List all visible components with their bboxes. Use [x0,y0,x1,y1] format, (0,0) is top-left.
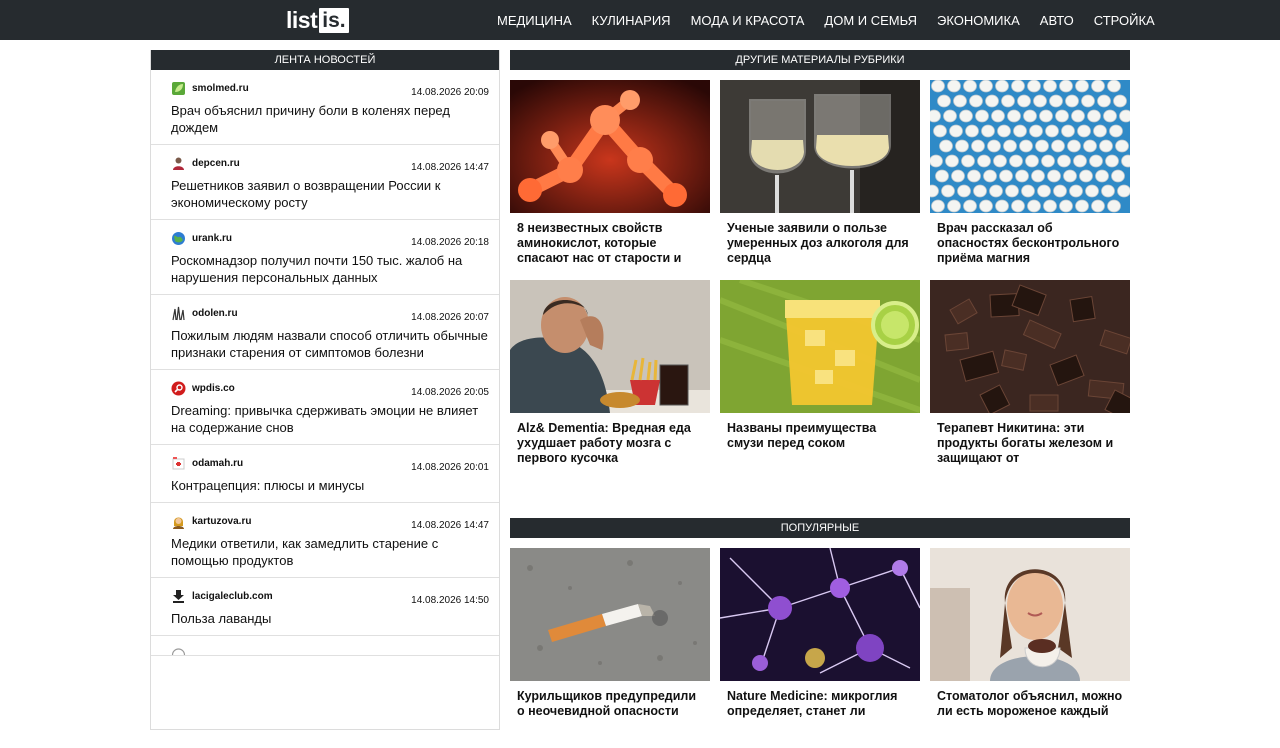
article-card[interactable]: Терапевт Никитина: эти продукты богаты ж… [930,280,1130,480]
green-leaf-icon [172,81,185,95]
feed-item-time: 14.08.2026 20:09 [411,87,489,98]
feed-item-time: 14.08.2026 14:47 [411,520,489,531]
woman-icon [173,517,184,529]
feed-item[interactable]: odamah.ru 14.08.2026 20:01 Контрацепция:… [151,445,499,503]
white-pills-image[interactable] [930,80,1130,213]
feed-item-time: 14.08.2026 20:01 [411,462,489,473]
news-feed: ЛЕНТА НОВОСТЕЙ smolmed.ru 14.08.2026 20:… [150,50,500,730]
article-card-title[interactable]: Nature Medicine: микроглия определяет, с… [720,681,920,721]
main-nav: МЕДИЦИНА КУЛИНАРИЯ МОДА И КРАСОТА ДОМ И … [487,0,1165,40]
article-card[interactable]: Ученые заявили о пользе умеренных доз ал… [720,80,920,280]
magnifier-icon [171,381,186,395]
feed-item[interactable]: smolmed.ru 14.08.2026 20:09 Врач объясни… [151,70,499,145]
feed-item-time: 14.08.2026 20:07 [411,312,489,323]
feed-item-title[interactable]: Решетников заявил о возвращении России к… [171,177,489,211]
smoothie-glass-image[interactable] [720,280,920,413]
logo-text-list: list [286,7,318,33]
grass-icon [172,306,185,320]
article-card[interactable]: Alz& Dementia: Вредная еда ухудшает рабо… [510,280,710,480]
article-card-title[interactable]: Терапевт Никитина: эти продукты богаты ж… [930,413,1130,467]
feed-item-source: odolen.ru [192,307,238,319]
nav-economy[interactable]: ЭКОНОМИКА [937,13,1020,28]
nav-home-family[interactable]: ДОМ И СЕМЬЯ [824,13,917,28]
top-navbar: list is. МЕДИЦИНА КУЛИНАРИЯ МОДА И КРАСО… [0,0,1280,40]
feed-item-source: smolmed.ru [192,82,249,94]
rubric-heading: ДРУГИЕ МАТЕРИАЛЫ РУБРИКИ [510,50,1130,70]
article-card-title[interactable]: Курильщиков предупредили о неочевидной о… [510,681,710,721]
article-card[interactable]: 8 неизвестных свойств аминокислот, котор… [510,80,710,280]
nav-fashion[interactable]: МОДА И КРАСОТА [691,13,805,28]
article-card-title[interactable]: Ученые заявили о пользе умеренных доз ал… [720,213,920,267]
dark-chocolate-image[interactable] [930,280,1130,413]
article-card[interactable]: Названы преимущества смузи перед соком [720,280,920,480]
feed-item[interactable] [151,636,499,662]
popular-heading: ПОПУЛЯРНЫЕ [510,518,1130,538]
logo-text-is: is. [319,8,349,33]
feed-item[interactable]: depcen.ru 14.08.2026 14:47 Решетников за… [151,145,499,220]
person-icon [173,157,184,170]
feed-item-source: lacigaleclub.com [192,590,273,602]
article-card-title[interactable]: 8 неизвестных свойств аминокислот, котор… [510,213,710,267]
feed-item[interactable]: urank.ru 14.08.2026 20:18 Роскомнадзор п… [151,220,499,295]
partial-source-icon [171,648,186,662]
rubric-section: ДРУГИЕ МАТЕРИАЛЫ РУБРИКИ 8 неизвестных с… [510,50,1130,480]
feed-item-time: 14.08.2026 14:50 [411,595,489,606]
medical-icon [172,456,185,469]
woman-icecream-image[interactable] [930,548,1130,681]
feed-item-title[interactable]: Польза лаванды [171,610,489,627]
feed-item[interactable]: lacigaleclub.com 14.08.2026 14:50 Польза… [151,578,499,636]
feed-item-source: urank.ru [192,232,233,244]
article-card[interactable]: Врач рассказал об опасностях бесконтроль… [930,80,1130,280]
feed-item-source: wpdis.co [192,382,235,394]
feed-item-title[interactable]: Роскомнадзор получил почти 150 тыс. жало… [171,252,489,286]
feed-item-title[interactable]: Врач объяснил причину боли в коленях пер… [171,102,489,136]
feed-item-source: kartuzova.ru [192,515,252,527]
feed-item-title[interactable]: Медики ответили, как замедлить старение … [171,535,489,569]
news-feed-heading: ЛЕНТА НОВОСТЕЙ [151,50,499,70]
feed-item-title[interactable]: Пожилым людям назвали способ отличить об… [171,327,489,361]
download-icon [173,589,184,603]
feed-item-time: 14.08.2026 14:47 [411,162,489,173]
feed-item-time: 14.08.2026 20:05 [411,387,489,398]
feed-item-source: depcen.ru [192,157,240,169]
article-card[interactable]: Nature Medicine: микроглия определяет, с… [720,548,920,748]
nav-auto[interactable]: АВТО [1040,13,1074,28]
feed-item-time: 14.08.2026 20:18 [411,237,489,248]
amino-molecule-image[interactable] [510,80,710,213]
neurons-image[interactable] [720,548,920,681]
nav-construction[interactable]: СТРОЙКА [1094,13,1155,28]
article-card-title[interactable]: Alz& Dementia: Вредная еда ухудшает рабо… [510,413,710,467]
wine-glasses-image[interactable] [720,80,920,213]
globe-icon [172,231,185,245]
feed-item-title[interactable]: Контрацепция: плюсы и минусы [171,477,489,494]
article-card-title[interactable]: Названы преимущества смузи перед соком [720,413,920,467]
site-logo[interactable]: list is. [286,8,349,33]
feed-item-title[interactable]: Dreaming: привычка сдерживать эмоции не … [171,402,489,436]
feed-item[interactable]: odolen.ru 14.08.2026 20:07 Пожилым людям… [151,295,499,370]
feed-item[interactable]: kartuzova.ru 14.08.2026 14:47 Медики отв… [151,503,499,578]
article-card-title[interactable]: Стоматолог объяснил, можно ли есть морож… [930,681,1130,721]
popular-section: ПОПУЛЯРНЫЕ Курильщиков предупредили о не… [510,518,1130,748]
article-card-title[interactable]: Врач рассказал об опасностях бесконтроль… [930,213,1130,267]
nav-medicine[interactable]: МЕДИЦИНА [497,13,572,28]
man-fastfood-image[interactable] [510,280,710,413]
article-card[interactable]: Стоматолог объяснил, можно ли есть морож… [930,548,1130,748]
feed-item[interactable]: wpdis.co 14.08.2026 20:05 Dreaming: прив… [151,370,499,445]
nav-cooking[interactable]: КУЛИНАРИЯ [592,13,671,28]
cigarette-butt-image[interactable] [510,548,710,681]
article-card[interactable]: Курильщиков предупредили о неочевидной о… [510,548,710,748]
feed-item-source: odamah.ru [192,457,244,469]
